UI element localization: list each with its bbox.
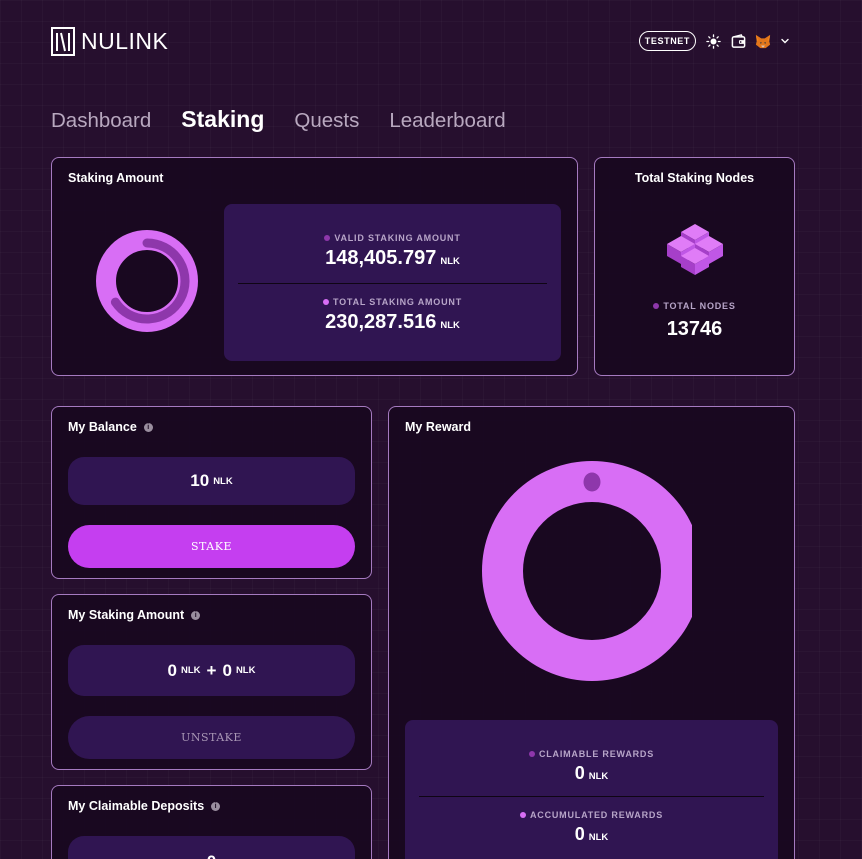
tab-leaderboard[interactable]: Leaderboard — [389, 109, 505, 133]
staking-stats-panel: VALID STAKING AMOUNT 148,405.797 NLK TOTA… — [224, 204, 561, 361]
total-staking-label-text: TOTAL STAKING AMOUNT — [333, 297, 462, 307]
reward-stats-panel: CLAIMABLE REWARDS 0 NLK ACCUMULATED REWAR… — [405, 720, 778, 859]
total-nodes-value: 13746 — [666, 318, 723, 340]
plus-sign: + — [206, 660, 217, 680]
staking-amount-card: Staking Amount VALID STAKING AMOUNT 148,… — [51, 157, 578, 376]
total-nodes-dot — [653, 303, 660, 309]
brand-name: NULINK — [81, 28, 169, 54]
deposits-number: 0 — [207, 852, 216, 859]
total-staking-stat: TOTAL STAKING AMOUNT 230,287.516 NLK — [224, 297, 561, 334]
nulink-logo[interactable]: NULINK — [51, 27, 168, 56]
my-reward-title: My Reward — [405, 420, 471, 434]
my-balance-title-text: My Balance — [68, 420, 137, 434]
valid-staking-label-text: VALID STAKING AMOUNT — [334, 233, 461, 243]
balance-unit: NLK — [213, 475, 233, 487]
my-reward-title-text: My Reward — [405, 420, 471, 434]
sun-icon[interactable] — [705, 33, 721, 49]
valid-staking-stat: VALID STAKING AMOUNT 148,405.797 NLK — [224, 233, 561, 270]
my-staking-title-text: My Staking Amount — [68, 608, 185, 622]
my-deposits-title: My Claimable Deposits i — [68, 799, 221, 813]
stats-divider — [238, 283, 547, 284]
deposits-value-pill: 0 — [68, 836, 355, 859]
accumulated-rewards-dot — [519, 812, 526, 818]
my-staking-card: My Staking Amount i 0 NLK + 0 NLK UNSTAKE — [51, 594, 372, 770]
info-icon[interactable]: i — [191, 610, 201, 620]
chevron-down-icon[interactable] — [777, 33, 793, 49]
staking-amount-title-text: Staking Amount — [68, 171, 164, 185]
staking-value-pill: 0 NLK + 0 NLK — [68, 645, 355, 696]
my-balance-card: My Balance i 10 NLK STAKE — [51, 406, 372, 579]
valid-staking-unit: NLK — [440, 256, 460, 267]
info-icon[interactable]: i — [211, 801, 221, 811]
tab-dashboard[interactable]: Dashboard — [51, 109, 151, 133]
tab-quests[interactable]: Quests — [294, 109, 359, 133]
total-staking-unit: NLK — [440, 320, 460, 331]
valid-staking-dot — [324, 235, 331, 241]
staking-unit-a: NLK — [181, 665, 201, 676]
staking-unit-b: NLK — [235, 665, 256, 676]
tab-staking[interactable]: Staking — [181, 106, 264, 133]
total-nodes-label-text: TOTAL NODES — [663, 301, 736, 311]
main-nav: Dashboard Staking Quests Leaderboard — [51, 106, 506, 133]
accumulated-rewards-label: ACCUMULATED REWARDS — [405, 810, 778, 820]
nodes-cubes-icon — [667, 224, 723, 275]
total-staking-label: TOTAL STAKING AMOUNT — [224, 297, 561, 307]
accumulated-rewards-number: 0 — [574, 824, 585, 844]
staking-number-b: 0 — [222, 660, 232, 680]
staking-nodes-card: Total Staking Nodes TOTAL NODES 13746 — [594, 157, 795, 376]
staking-nodes-title: Total Staking Nodes — [634, 171, 755, 185]
claimable-rewards-value: 0 NLK — [405, 763, 778, 784]
valid-staking-value: 148,405.797 NLK — [224, 247, 561, 270]
claimable-rewards-number: 0 — [574, 763, 585, 783]
reward-donut-chart — [482, 461, 692, 681]
balance-value-pill: 10 NLK — [68, 457, 355, 505]
accumulated-rewards-unit: NLK — [588, 832, 609, 843]
my-reward-card: My Reward CLAIMABLE REWARDS 0 NLK ACCUMUL… — [388, 406, 795, 859]
total-nodes-label: TOTAL NODES — [595, 301, 794, 311]
my-deposits-card: My Claimable Deposits i 0 — [51, 785, 372, 859]
reward-ring-marker — [583, 472, 601, 492]
claimable-rewards-dot — [528, 751, 535, 757]
valid-staking-label: VALID STAKING AMOUNT — [224, 233, 561, 243]
claimable-rewards-label: CLAIMABLE REWARDS — [405, 749, 778, 759]
staking-amount-title: Staking Amount — [68, 171, 163, 185]
wallet-icon[interactable] — [730, 33, 746, 49]
nulink-logo-icon — [51, 27, 75, 56]
claimable-rewards-label-text: CLAIMABLE REWARDS — [538, 749, 655, 759]
staking-donut-chart — [96, 230, 198, 332]
accumulated-rewards-label-text: ACCUMULATED REWARDS — [529, 810, 664, 820]
stake-button[interactable]: STAKE — [68, 525, 355, 568]
claimable-rewards-unit: NLK — [588, 771, 609, 782]
valid-staking-number: 148,405.797 — [325, 247, 437, 269]
claimable-rewards-stat: CLAIMABLE REWARDS 0 NLK — [405, 749, 778, 784]
header-actions: TESTNET — [638, 31, 793, 51]
accumulated-rewards-stat: ACCUMULATED REWARDS 0 NLK — [405, 810, 778, 845]
balance-number: 10 — [190, 471, 210, 490]
total-staking-number: 230,287.516 — [325, 311, 437, 333]
total-staking-dot — [323, 299, 329, 305]
accumulated-rewards-value: 0 NLK — [405, 824, 778, 845]
network-badge[interactable]: TESTNET — [638, 31, 696, 51]
my-balance-title: My Balance i — [68, 420, 153, 434]
metamask-fox-icon[interactable] — [755, 33, 771, 49]
my-staking-title: My Staking Amount i — [68, 608, 201, 622]
total-staking-value: 230,287.516 NLK — [224, 311, 561, 334]
info-icon[interactable]: i — [143, 422, 153, 432]
unstake-button[interactable]: UNSTAKE — [68, 716, 355, 759]
my-deposits-title-text: My Claimable Deposits — [68, 799, 205, 813]
staking-number-a: 0 — [167, 660, 177, 680]
reward-stats-divider — [419, 796, 764, 797]
